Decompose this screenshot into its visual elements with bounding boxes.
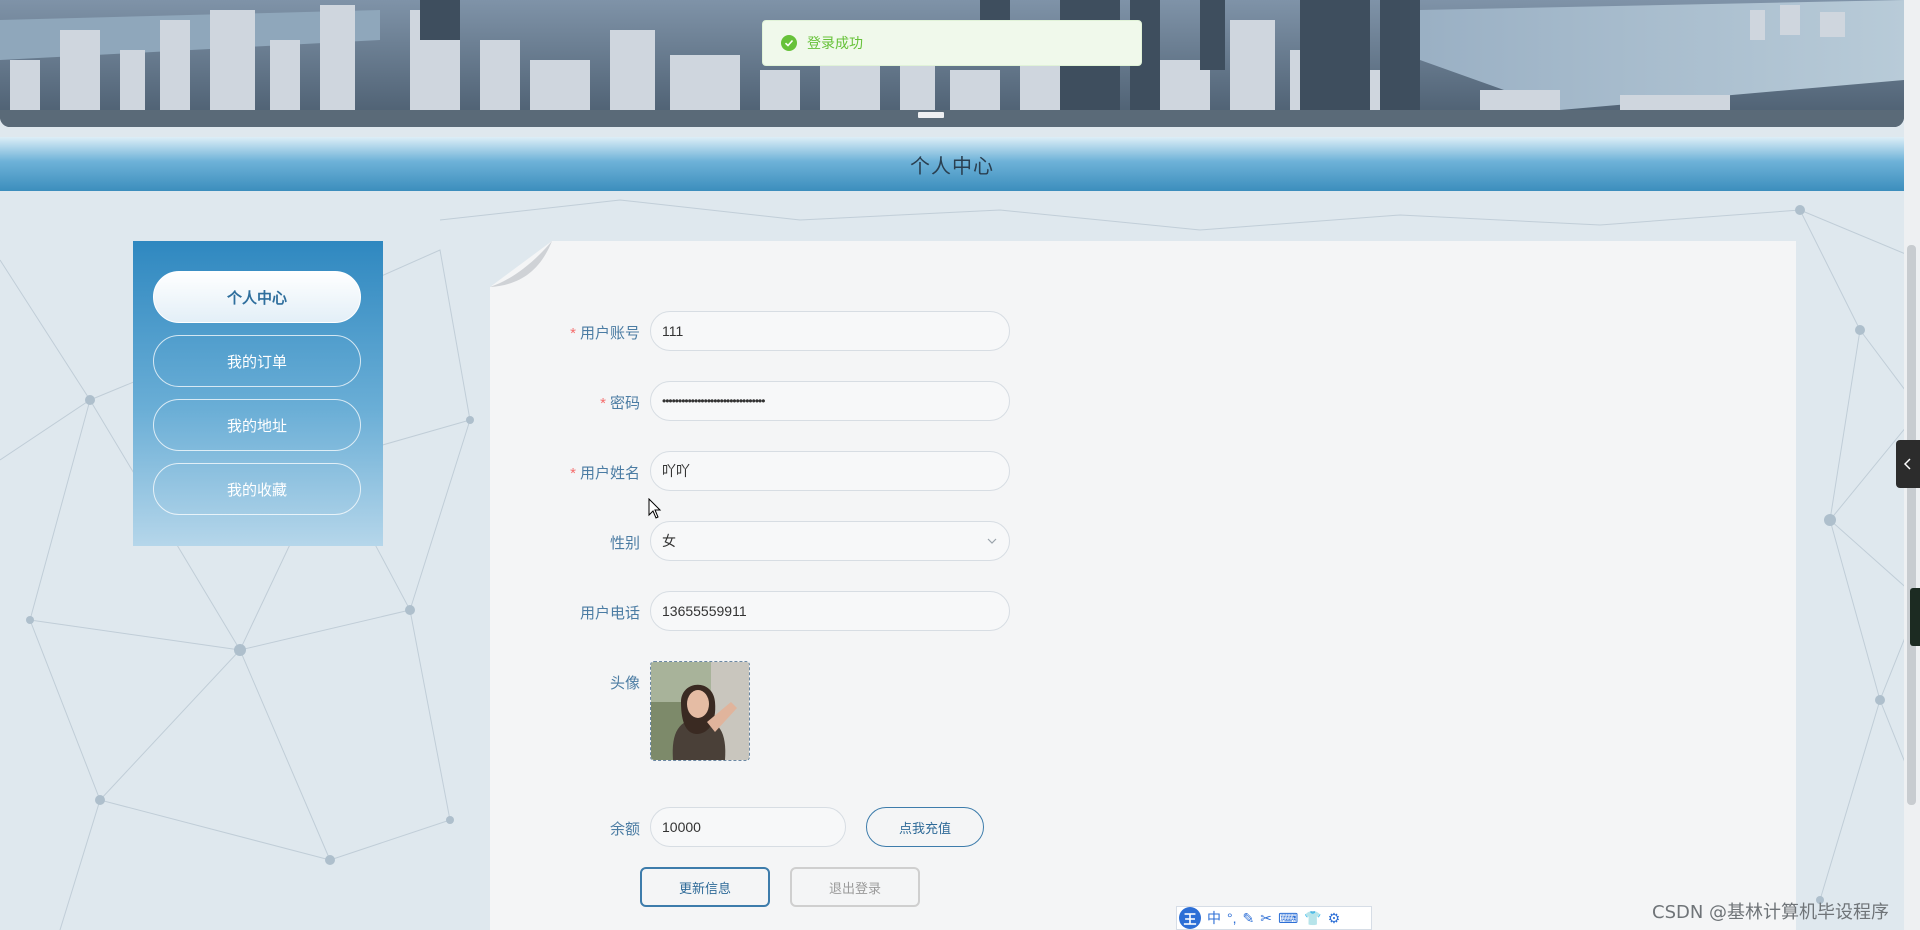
name-value: 吖吖 [662, 463, 690, 479]
phone-label: 用户电话 [490, 602, 640, 623]
ime-toolbar: 王 中 °, ✎ ✂ ⌨ 👕 ⚙ [1176, 906, 1372, 930]
keyboard-icon[interactable]: ⌨ [1278, 911, 1298, 925]
required-mark: * [570, 325, 576, 342]
sidebar-item-label: 我的收藏 [226, 481, 287, 499]
chevron-left-icon [1903, 458, 1911, 470]
sidebar-item-orders[interactable]: 我的订单 [153, 335, 361, 387]
chevron-down-icon [987, 538, 997, 544]
phone-label-text: 用户电话 [579, 605, 640, 622]
password-label-text: 密码 [609, 395, 640, 412]
name-label: * 用户姓名 [490, 462, 640, 483]
sidebar-item-profile[interactable]: 个人中心 [153, 271, 361, 323]
gender-value: 女 [662, 533, 676, 549]
update-button-label: 更新信息 [678, 880, 731, 896]
sidebar-item-favorites[interactable]: 我的收藏 [153, 463, 361, 515]
password-input[interactable]: •••••••••••••••••••••••••••••••• [650, 381, 1010, 421]
username-label: * 用户账号 [490, 322, 640, 343]
password-value: •••••••••••••••••••••••••••••••• [662, 394, 765, 408]
csdn-watermark: CSDN @基林计算机毕设程序 [1652, 902, 1890, 923]
recharge-button-label: 点我充值 [898, 820, 951, 836]
page-title: 个人中心 [910, 155, 994, 178]
side-panel-toggle[interactable] [1896, 440, 1920, 488]
required-mark: * [570, 465, 576, 482]
check-circle-icon [781, 35, 797, 51]
pen-icon[interactable]: ✎ [1243, 911, 1255, 925]
scissors-icon[interactable]: ✂ [1260, 911, 1272, 925]
side-widget-tab[interactable] [1910, 588, 1920, 646]
carousel-indicator[interactable] [918, 112, 944, 118]
balance-value: 10000 [662, 819, 701, 835]
username-label-text: 用户账号 [579, 325, 640, 342]
sidebar-menu: 个人中心 我的订单 我的地址 我的收藏 [133, 241, 383, 546]
phone-input[interactable]: 13655559911 [650, 591, 1010, 631]
toast-message: 登录成功 [762, 20, 1142, 66]
balance-label: 余额 [490, 818, 640, 839]
gender-label: 性别 [490, 532, 640, 553]
ime-logo[interactable]: 王 [1179, 907, 1201, 929]
balance-label-text: 余额 [609, 821, 640, 838]
scrollbar-thumb[interactable] [1907, 245, 1916, 805]
gender-select[interactable]: 女 [650, 521, 1010, 561]
gear-icon[interactable]: ⚙ [1328, 911, 1341, 925]
page-title-bar: 个人中心 [0, 137, 1904, 191]
name-input[interactable]: 吖吖 [650, 451, 1010, 491]
update-info-button[interactable]: 更新信息 [640, 867, 770, 907]
sidebar-item-label: 个人中心 [226, 289, 287, 307]
sidebar-item-label: 我的订单 [226, 353, 287, 371]
punctuation-icon[interactable]: °, [1227, 911, 1237, 925]
page-fold-corner [490, 241, 552, 287]
toast-text: 登录成功 [807, 35, 863, 51]
phone-value: 13655559911 [662, 603, 747, 619]
ime-mode-toggle[interactable]: 中 [1207, 911, 1221, 925]
shirt-icon[interactable]: 👕 [1304, 911, 1321, 925]
username-value: 111 [662, 323, 684, 339]
name-label-text: 用户姓名 [579, 465, 640, 482]
username-input[interactable]: 111 [650, 311, 1010, 351]
balance-input[interactable]: 10000 [650, 807, 846, 847]
sidebar-item-address[interactable]: 我的地址 [153, 399, 361, 451]
password-label: * 密码 [490, 392, 640, 413]
logout-button[interactable]: 退出登录 [790, 867, 920, 907]
avatar-label: 头像 [490, 672, 640, 693]
logout-button-label: 退出登录 [828, 880, 881, 896]
required-mark: * [600, 395, 606, 412]
sidebar-item-label: 我的地址 [226, 417, 287, 435]
recharge-button[interactable]: 点我充值 [866, 807, 984, 847]
avatar-label-text: 头像 [609, 675, 640, 692]
avatar-image [651, 662, 749, 760]
mouse-cursor-icon [648, 498, 662, 519]
gender-label-text: 性别 [609, 535, 640, 552]
avatar-upload[interactable] [650, 661, 750, 761]
